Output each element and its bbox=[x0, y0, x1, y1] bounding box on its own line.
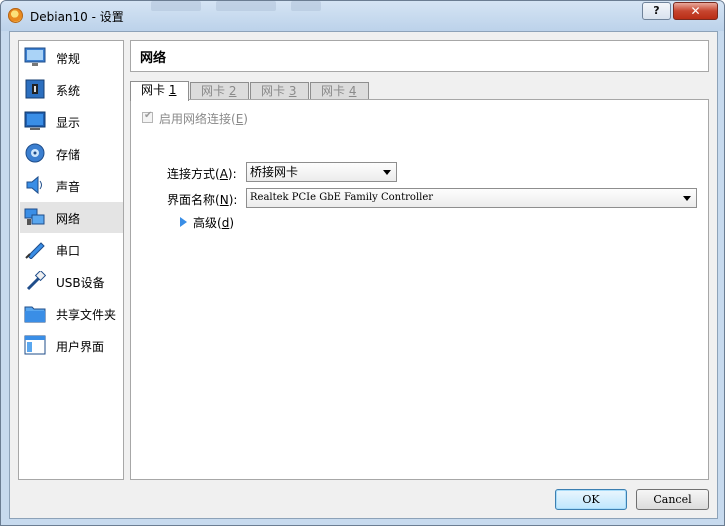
sidebar-item-label: 存储 bbox=[56, 148, 81, 162]
sidebar-item-user-interface[interactable]: 用户界面 bbox=[20, 330, 123, 361]
tab-label: 网卡 bbox=[141, 83, 166, 97]
audio-icon bbox=[26, 175, 42, 195]
enable-network-key: E bbox=[235, 112, 244, 126]
attached-to-text: 连接方式 bbox=[167, 167, 216, 181]
tab-number: 2 bbox=[228, 84, 237, 98]
display-icon bbox=[24, 111, 46, 130]
usb-icon bbox=[26, 271, 46, 291]
tab-number: 1 bbox=[168, 83, 177, 97]
page-title: 网络 bbox=[140, 51, 167, 66]
sidebar-item-label: 显示 bbox=[56, 116, 81, 130]
background-ghost bbox=[151, 1, 201, 11]
system-icon bbox=[25, 79, 45, 99]
settings-sidebar: 常规 系统 显示 存储 声音 网络 串口 USB设备 共享文件夹 用户界面 bbox=[18, 40, 124, 480]
close-button[interactable]: ✕ bbox=[673, 2, 718, 20]
sidebar-item-usb[interactable]: USB设备 bbox=[20, 266, 123, 297]
advanced-key: d bbox=[221, 216, 230, 230]
enable-network-checkbox[interactable]: ✔ bbox=[142, 110, 153, 123]
tab-adapter-3[interactable]: 网卡 3 bbox=[250, 82, 309, 100]
sidebar-item-label: 声音 bbox=[56, 180, 81, 194]
tab-number: 4 bbox=[348, 84, 357, 98]
check-mark-icon: ✔ bbox=[144, 110, 153, 121]
attached-to-key: A bbox=[219, 167, 228, 181]
cancel-button[interactable]: Cancel bbox=[636, 489, 709, 510]
shared-folder-icon bbox=[24, 306, 46, 323]
tab-label: 网卡 bbox=[261, 84, 286, 98]
sidebar-item-label: 系统 bbox=[56, 84, 81, 98]
interface-name-select[interactable]: Realtek PCIe GbE Family Controller bbox=[246, 188, 697, 208]
serial-port-icon bbox=[25, 242, 45, 259]
general-icon bbox=[24, 47, 46, 66]
sidebar-item-label: 共享文件夹 bbox=[56, 308, 117, 322]
advanced-text: 高级 bbox=[193, 216, 218, 230]
interface-name-value: Realtek PCIe GbE Family Controller bbox=[250, 192, 434, 203]
window-title: Debian10 - 设置 bbox=[30, 10, 124, 24]
background-ghost bbox=[216, 1, 276, 11]
interface-name-key: N bbox=[219, 193, 229, 207]
sidebar-item-label: 用户界面 bbox=[56, 340, 105, 354]
interface-name-text: 界面名称 bbox=[167, 193, 216, 207]
tab-adapter-1[interactable]: 网卡 1 bbox=[130, 81, 189, 101]
sidebar-item-storage[interactable]: 存储 bbox=[20, 138, 123, 169]
storage-icon bbox=[25, 143, 45, 163]
attached-to-select[interactable]: 桥接网卡 bbox=[246, 162, 397, 182]
enable-network-label: 启用网络连接(E) bbox=[159, 112, 248, 126]
sidebar-item-label: USB设备 bbox=[56, 276, 105, 290]
virtualbox-icon bbox=[8, 8, 23, 23]
tab-number: 3 bbox=[288, 84, 297, 98]
user-interface-icon bbox=[24, 335, 46, 355]
expand-arrow-icon bbox=[180, 217, 187, 227]
sidebar-item-system[interactable]: 系统 bbox=[20, 74, 123, 105]
tab-label: 网卡 bbox=[201, 84, 226, 98]
sidebar-item-label: 串口 bbox=[56, 244, 81, 258]
tab-label: 网卡 bbox=[321, 84, 346, 98]
sidebar-item-audio[interactable]: 声音 bbox=[20, 170, 123, 201]
sidebar-item-display[interactable]: 显示 bbox=[20, 106, 123, 137]
sidebar-item-label: 网络 bbox=[56, 212, 81, 226]
network-icon bbox=[24, 208, 45, 225]
tab-adapter-4[interactable]: 网卡 4 bbox=[310, 82, 369, 100]
sidebar-item-network[interactable]: 网络 bbox=[20, 202, 123, 233]
attached-to-label: 连接方式(A): bbox=[167, 167, 237, 181]
enable-network-text: 启用网络连接 bbox=[159, 112, 232, 126]
background-ghost bbox=[291, 1, 321, 11]
title-bar[interactable]: Debian10 - 设置 ? ✕ bbox=[1, 1, 724, 31]
settings-window: Debian10 - 设置 ? ✕ 常规 系统 显示 存储 声音 网络 串口 U… bbox=[0, 0, 725, 526]
advanced-label: 高级(d) bbox=[193, 216, 235, 230]
attached-to-value: 桥接网卡 bbox=[250, 165, 299, 179]
adapter-panel: ✔ 启用网络连接(E) 连接方式(A): 桥接网卡 界面名称(N): Realt… bbox=[130, 99, 709, 480]
sidebar-item-shared-folders[interactable]: 共享文件夹 bbox=[20, 298, 123, 329]
sidebar-item-label: 常规 bbox=[56, 52, 81, 66]
interface-name-label: 界面名称(N): bbox=[167, 193, 238, 207]
chevron-down-icon bbox=[383, 170, 391, 175]
dialog-body: 常规 系统 显示 存储 声音 网络 串口 USB设备 共享文件夹 用户界面 网络… bbox=[9, 31, 718, 519]
page-header: 网络 bbox=[130, 40, 709, 72]
help-button[interactable]: ? bbox=[642, 2, 671, 20]
sidebar-item-general[interactable]: 常规 bbox=[20, 42, 123, 73]
tab-adapter-2[interactable]: 网卡 2 bbox=[190, 82, 249, 100]
chevron-down-icon bbox=[683, 196, 691, 201]
ok-button[interactable]: OK bbox=[555, 489, 627, 510]
sidebar-item-serial-port[interactable]: 串口 bbox=[20, 234, 123, 265]
